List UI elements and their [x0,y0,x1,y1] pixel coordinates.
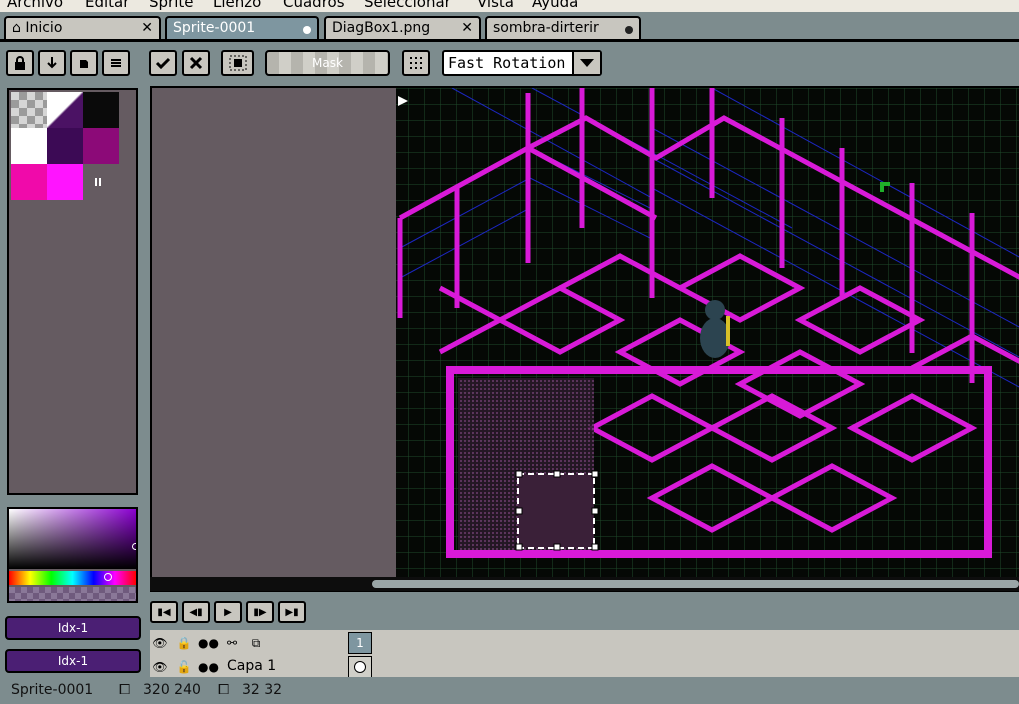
eye-icon[interactable]: 👁 [150,658,170,676]
tab-label: Sprite-0001 [173,20,256,36]
status-sprite-name: Sprite-0001 [11,682,94,698]
palette-swatch[interactable] [83,128,119,164]
checkmark-icon[interactable] [149,50,177,76]
menu-vista[interactable]: Vista [477,0,514,11]
layer-row[interactable]: 👁 🔓 ●● Capa 1 [150,656,1019,678]
menu-lienzo[interactable]: Lienzo [213,0,261,11]
tab-bar: ⌂ Inicio ✕ Sprite-0001 DiagBox1.png ✕ so… [0,12,1019,43]
modified-dot-icon [303,26,311,34]
previous-frame-icon[interactable]: ◀▮ [182,601,210,623]
cancel-x-icon[interactable] [182,50,210,76]
link-cels-icon[interactable]: ⚯ [222,634,242,652]
status-bar: Sprite-0001 ⧠ 320 240 ⧠ 32 32 [0,677,1019,704]
foreground-color-index[interactable]: Idx-1 [5,616,141,640]
palette-swatch[interactable] [47,128,83,164]
tab-diagbox1[interactable]: DiagBox1.png ✕ [324,16,481,40]
mask-color-button[interactable]: Mask [265,50,390,76]
tab-label: Inicio [25,20,63,36]
palette-swatch[interactable] [47,164,83,200]
tab-label: DiagBox1.png [332,20,431,36]
arrow-down-icon[interactable] [38,50,66,76]
tab-label: sombra-dirterir [493,20,599,36]
modified-dot-icon [625,26,633,34]
layer-name[interactable]: Capa 1 [227,658,276,674]
close-icon[interactable]: ✕ [461,18,473,39]
color-selector[interactable] [7,507,138,603]
play-icon[interactable]: ▶ [214,601,242,623]
rotation-algorithm-value: Fast Rotation [448,54,566,72]
menu-bar: Archivo Editar Sprite Lienzo Cuadros Sel… [0,0,1019,12]
rotation-algorithm-select[interactable]: Fast Rotation [442,50,602,76]
menu-cuadros[interactable]: Cuadros [283,0,345,11]
lock-icon[interactable] [6,50,34,76]
menu-sprite[interactable]: Sprite [149,0,194,11]
saturation-value-field[interactable] [9,509,136,569]
palette-panel [7,88,138,495]
canvas-size-icon: ⧠ [119,682,131,698]
first-frame-icon[interactable]: ▮◀ [150,601,178,623]
color-picker-handle[interactable] [132,543,136,550]
pivot-grid-icon[interactable] [402,50,430,76]
last-frame-icon[interactable]: ▶▮ [278,601,306,623]
editor-canvas[interactable] [150,86,1019,592]
lock-icon[interactable]: 🔓 [174,658,194,676]
palette-swatch[interactable] [11,128,47,164]
alpha-slider[interactable] [9,587,136,601]
square-icon[interactable] [70,50,98,76]
menu-archivo[interactable]: Archivo [7,0,63,11]
cel[interactable] [348,656,372,678]
palette-swatch[interactable] [47,92,83,128]
home-icon: ⌂ [12,20,21,36]
close-icon[interactable]: ✕ [141,18,153,39]
timeline-header-row: 👁 🔒 ●● ⚯ ⧉ 1 [150,632,1019,654]
background-color-index[interactable]: Idx-1 [5,649,141,673]
status-canvas-size: 320 240 [143,682,201,698]
lock-icon[interactable]: 🔒 [174,634,194,652]
timeline-panel: 👁 🔒 ●● ⚯ ⧉ 1 👁 🔓 ●● Capa 1 [150,630,1019,678]
cel-dot-icon [354,661,366,673]
onion-skin-icon[interactable]: ⧉ [246,634,266,652]
selection-rect[interactable] [517,473,595,549]
scrollbar-thumb[interactable] [372,580,1019,588]
palette-swatch[interactable] [83,92,119,128]
hue-slider[interactable] [9,571,136,585]
palette-swatch[interactable] [11,164,47,200]
grid-size-icon: ⧠ [218,682,230,698]
transparent-swatch[interactable] [11,92,47,128]
sprite-canvas-image[interactable] [152,88,1019,592]
menu-editar[interactable]: Editar [85,0,129,11]
status-grid-size: 32 32 [242,682,283,698]
pivot-icon[interactable] [221,50,254,76]
continuous-icon[interactable]: ●● [198,658,219,676]
hue-handle[interactable] [104,573,112,581]
continuous-icon[interactable]: ●● [198,634,219,652]
menu-seleccionar[interactable]: Seleccionar [364,0,451,11]
frame-header-1[interactable]: 1 [348,632,372,654]
tab-inicio[interactable]: ⌂ Inicio ✕ [4,16,161,40]
eye-icon[interactable]: 👁 [150,634,170,652]
context-toolbar: Mask Fast Rotation [0,42,1019,86]
chevron-down-icon[interactable] [572,52,600,74]
next-frame-icon[interactable]: ▮▶ [246,601,274,623]
palette-resize-handle[interactable] [95,178,103,186]
tab-sombra[interactable]: sombra-dirterir [485,16,641,40]
menu-ayuda[interactable]: Ayuda [532,0,578,11]
menu-lines-icon[interactable] [102,50,130,76]
